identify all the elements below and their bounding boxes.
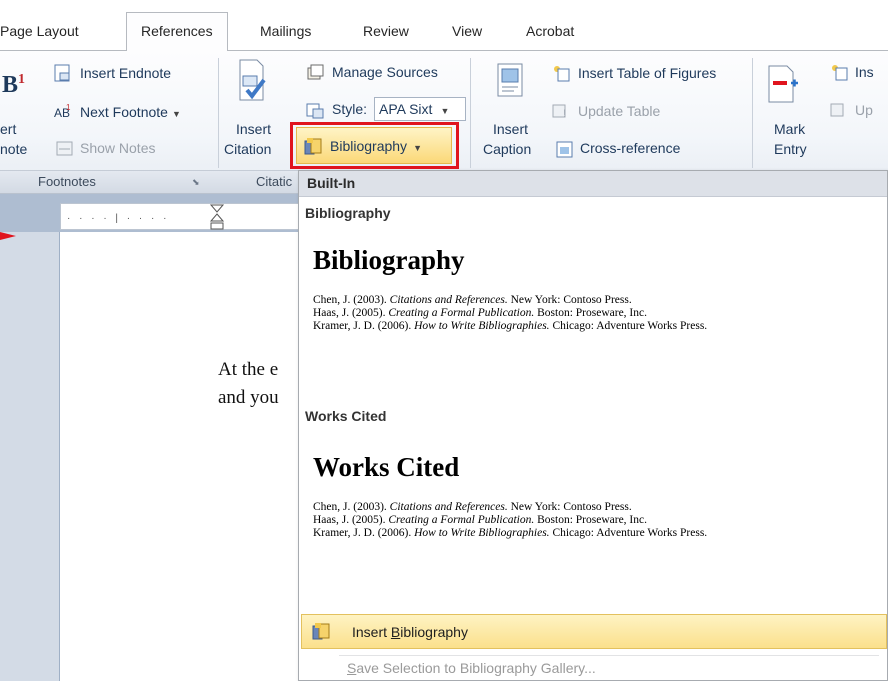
gallery-item-label: Bibliography	[305, 205, 391, 221]
group-separator	[470, 58, 471, 168]
show-notes-icon	[56, 141, 73, 156]
insert-caption-label-2[interactable]: Caption	[483, 141, 531, 157]
manage-sources-icon	[307, 64, 324, 80]
group-separator	[752, 58, 753, 168]
group-label-citations: Citatic	[256, 174, 293, 189]
insert-citation-label-2[interactable]: Citation	[224, 141, 271, 157]
document-text[interactable]: At the e and you	[218, 356, 279, 412]
reference-entry: Chen, J. (2003). Citations and Reference…	[313, 501, 632, 513]
mark-entry-label-2[interactable]: Entry	[774, 141, 807, 157]
reference-list: Chen, J. (2003). Citations and Reference…	[313, 294, 707, 333]
svg-text:1: 1	[66, 103, 71, 112]
vertical-ruler	[0, 232, 60, 681]
style-label: Style:	[332, 101, 368, 117]
insert-index-button[interactable]: Ins	[855, 64, 874, 80]
next-footnote-icon: AB1	[54, 103, 71, 120]
mark-entry-label-1[interactable]: Mark	[774, 121, 805, 137]
insert-index-icon	[832, 65, 848, 81]
insert-footnote-label-2[interactable]: note	[0, 141, 27, 157]
manage-sources-button[interactable]: Manage Sources	[332, 64, 438, 80]
insert-citation-icon	[239, 59, 266, 101]
dialog-launcher-icon[interactable]: ⬊	[192, 177, 200, 188]
gallery-item-bibliography[interactable]: Bibliography Bibliography Chen, J. (2003…	[299, 197, 887, 400]
bibliography-dropdown: Built-In Bibliography Bibliography Chen,…	[298, 170, 888, 681]
insert-bibliography-label: Insert Bibliography	[352, 624, 468, 640]
reference-list: Chen, J. (2003). Citations and Reference…	[313, 501, 707, 540]
chevron-down-icon: ▼	[440, 106, 450, 116]
bibliography-icon	[312, 623, 330, 640]
save-selection-menu-item[interactable]: Save Selection to Bibliography Gallery..…	[347, 660, 596, 676]
chevron-down-icon: ▼	[171, 109, 181, 119]
reference-entry: Kramer, J. D. (2006). How to Write Bibli…	[313, 527, 708, 539]
insert-citation-label-1[interactable]: Insert	[236, 121, 271, 137]
reference-entry: Kramer, J. D. (2006). How to Write Bibli…	[313, 320, 708, 332]
highlight-box	[290, 122, 459, 169]
update-table-icon: !	[552, 104, 566, 120]
ribbon-tab-strip: Page Layout References Mailings Review V…	[0, 0, 888, 51]
insert-table-of-figures-button[interactable]: Insert Table of Figures	[578, 65, 716, 81]
tab-review[interactable]: Review	[363, 23, 409, 39]
update-table-button[interactable]: Update Table	[578, 103, 660, 119]
red-arrow-icon	[0, 232, 16, 240]
document-line-2: and you	[218, 387, 279, 408]
tab-page-layout[interactable]: Page Layout	[0, 23, 79, 39]
svg-text:!: !	[563, 108, 566, 120]
indent-marker-icon[interactable]	[209, 204, 225, 231]
insert-caption-label-1[interactable]: Insert	[493, 121, 528, 137]
tab-view[interactable]: View	[452, 23, 482, 39]
reference-entry: Haas, J. (2005). Creating a Formal Publi…	[313, 514, 647, 526]
insert-footnote-icon[interactable]: B1	[2, 72, 25, 99]
tab-acrobat[interactable]: Acrobat	[526, 23, 574, 39]
mark-entry-icon	[768, 65, 798, 103]
tab-mailings[interactable]: Mailings	[260, 23, 311, 39]
menu-divider	[339, 655, 879, 656]
insert-caption-icon	[497, 63, 523, 97]
group-label-footnotes: Footnotes	[38, 174, 96, 189]
cross-reference-button[interactable]: Cross-reference	[580, 140, 680, 156]
gallery-item-title: Bibliography	[313, 245, 465, 275]
reference-entry: Haas, J. (2005). Creating a Formal Publi…	[313, 307, 647, 319]
gallery-header: Built-In	[299, 171, 887, 197]
tab-references[interactable]: References	[126, 12, 228, 51]
insert-endnote-icon	[54, 64, 70, 82]
insert-endnote-button[interactable]: Insert Endnote	[80, 65, 171, 81]
group-separator	[218, 58, 219, 168]
ruler-ticks: · · · · | · · · ·	[67, 213, 170, 224]
style-icon	[306, 103, 324, 119]
table-of-figures-icon	[554, 66, 570, 82]
gallery-item-label: Works Cited	[305, 408, 387, 424]
document-page[interactable]	[60, 232, 300, 681]
gallery-item-title: Works Cited	[313, 452, 460, 482]
document-line-1: At the e	[218, 359, 279, 380]
reference-entry: Chen, J. (2003). Citations and Reference…	[313, 294, 632, 306]
style-select[interactable]: APA Sixt ▼	[374, 97, 466, 121]
horizontal-ruler[interactable]: · · · · | · · · ·	[60, 203, 300, 230]
next-footnote-button[interactable]: Next Footnote ▼	[80, 104, 181, 120]
insert-bibliography-menu-item[interactable]: Insert Bibliography	[301, 614, 887, 649]
cross-reference-icon	[556, 141, 573, 158]
show-notes-button[interactable]: Show Notes	[80, 140, 155, 156]
gallery-item-works-cited[interactable]: Works Cited Works Cited Chen, J. (2003).…	[299, 400, 887, 605]
insert-footnote-label-1[interactable]: ert	[0, 121, 16, 137]
update-index-icon	[830, 103, 844, 117]
update-index-button[interactable]: Up	[855, 102, 873, 118]
